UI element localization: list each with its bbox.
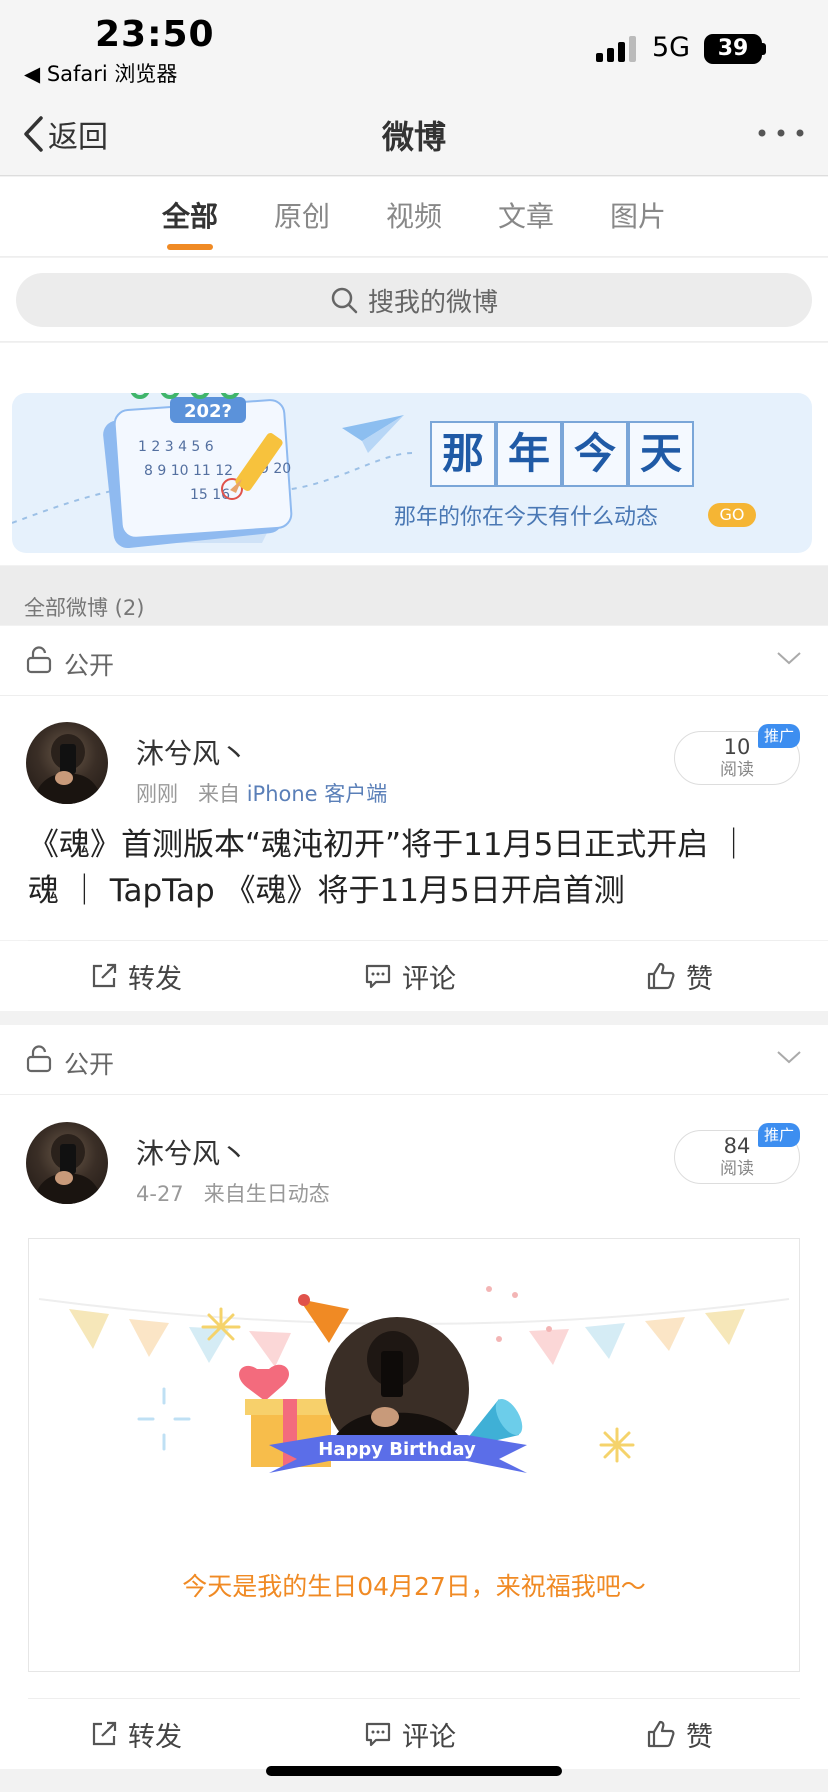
- like-label: 赞: [686, 963, 713, 995]
- birthday-illustration: Happy Birthday: [38, 1286, 790, 1473]
- chevron-left-icon: [24, 116, 43, 152]
- post-source[interactable]: iPhone 客户端: [247, 782, 388, 806]
- privacy-label: 公开: [64, 651, 115, 680]
- thumbs-up-icon: [647, 962, 675, 990]
- share-icon: [92, 1721, 117, 1746]
- chevron-down-icon: [777, 1051, 801, 1064]
- tab-article[interactable]: 文章: [486, 195, 566, 235]
- comment-button[interactable]: 评论: [364, 1713, 456, 1755]
- svg-text:1 2 3 4 5 6: 1 2 3 4 5 6: [138, 439, 214, 455]
- username[interactable]: 沐兮风丶: [136, 1132, 248, 1172]
- privacy-label: 公开: [64, 1050, 115, 1079]
- post-text-line-1: 《魂》首测版本“魂沌初开”将于11月5日正式开启 ｜: [28, 827, 750, 863]
- back-label: 返回: [48, 120, 108, 155]
- comment-icon: [365, 1722, 391, 1747]
- go-button[interactable]: GO: [708, 503, 756, 527]
- share-icon: [92, 963, 117, 988]
- read-label: 阅读: [720, 1159, 754, 1179]
- search-icon: [331, 287, 358, 314]
- tab-all[interactable]: 全部: [150, 195, 230, 235]
- like-button[interactable]: 赞: [646, 1713, 713, 1755]
- birthday-card[interactable]: Happy Birthday 今天是我的生日04月27日，来祝福我吧～: [28, 1238, 800, 1672]
- post-actions: 转发 评论 赞: [0, 1699, 828, 1769]
- post-source[interactable]: 生日动态: [246, 1182, 330, 1206]
- back-button[interactable]: 返回: [22, 114, 108, 155]
- birthday-text: 今天是我的生日04月27日，来祝福我吧～: [182, 1572, 646, 1601]
- promote-badge[interactable]: 推广: [758, 1123, 800, 1147]
- repost-button[interactable]: 转发: [90, 955, 182, 997]
- on-this-day-banner[interactable]: 202? 1 2 3 4 5 6 8 9 10 11 12 15 16 9 20…: [12, 393, 812, 553]
- battery-indicator: 39: [704, 34, 762, 64]
- promote-badge[interactable]: 推广: [758, 724, 800, 748]
- repost-button[interactable]: 转发: [90, 1713, 182, 1755]
- comment-icon: [365, 964, 391, 989]
- search-placeholder: 搜我的微博: [367, 287, 498, 318]
- repost-label: 转发: [128, 963, 182, 995]
- comment-button[interactable]: 评论: [364, 955, 456, 997]
- avatar-photo: [34, 734, 102, 804]
- post-time: 刚刚: [136, 782, 178, 806]
- banner-title-char-2: 年: [496, 421, 562, 487]
- source-prefix: 来自: [203, 1182, 246, 1206]
- privacy-selector[interactable]: 公开: [0, 1025, 828, 1095]
- like-button[interactable]: 赞: [646, 955, 713, 997]
- post-actions: 转发 评论 赞: [0, 941, 828, 1011]
- post-meta: 刚刚 来自 iPhone 客户端: [136, 778, 387, 808]
- avatar[interactable]: [26, 722, 108, 804]
- username[interactable]: 沐兮风丶: [136, 732, 248, 772]
- tab-video[interactable]: 视频: [374, 195, 454, 235]
- avatar-photo: [34, 1134, 102, 1204]
- post-time: 4-27: [136, 1182, 184, 1206]
- svg-text:202?: 202?: [184, 401, 232, 422]
- comment-label: 评论: [402, 963, 456, 995]
- nav-bar: [0, 104, 828, 176]
- repost-label: 转发: [128, 1721, 182, 1753]
- filter-tabs: 全部 原创 视频 文章 图片: [0, 177, 828, 257]
- source-prefix: 来自: [198, 782, 241, 806]
- like-label: 赞: [686, 1721, 713, 1753]
- comment-label: 评论: [402, 1721, 456, 1753]
- signal-icon: [596, 36, 636, 62]
- battery-tip: [762, 43, 766, 55]
- tab-original[interactable]: 原创: [262, 195, 342, 235]
- lock-open-icon: [26, 1045, 52, 1073]
- more-icon[interactable]: [756, 118, 806, 148]
- post-text-line-2: 魂 ｜ TapTap 《魂》将于11月5日开启首测: [28, 873, 625, 909]
- read-label: 阅读: [720, 760, 754, 780]
- svg-text:8 9 10 11 12: 8 9 10 11 12: [144, 463, 233, 479]
- banner-title-char-3: 今: [562, 421, 628, 487]
- status-time: 23:50: [95, 14, 215, 55]
- section-label: 全部微博 (2): [24, 596, 145, 620]
- back-to-safari[interactable]: ◀ Safari 浏览器: [24, 58, 177, 88]
- home-indicator[interactable]: [266, 1766, 562, 1776]
- tab-picture[interactable]: 图片: [598, 195, 678, 235]
- post-meta: 4-27 来自生日动态: [136, 1178, 330, 1208]
- active-tab-indicator: [167, 244, 213, 250]
- privacy-selector[interactable]: 公开: [0, 626, 828, 696]
- post-text: 《魂》首测版本“魂沌初开”将于11月5日正式开启 ｜ 魂 ｜ TapTap 《魂…: [28, 822, 808, 914]
- banner-title-char-1: 那: [430, 421, 496, 487]
- thumbs-up-icon: [647, 1720, 675, 1748]
- birthday-ribbon-text: Happy Birthday: [318, 1439, 476, 1460]
- lock-open-icon: [26, 646, 52, 674]
- banner-subtitle: 那年的你在今天有什么动态: [394, 505, 659, 530]
- banner-title-char-4: 天: [628, 421, 694, 487]
- network-type: 5G: [652, 32, 691, 63]
- avatar[interactable]: [26, 1122, 108, 1204]
- search-input[interactable]: 搜我的微博: [16, 273, 812, 327]
- chevron-down-icon: [777, 652, 801, 665]
